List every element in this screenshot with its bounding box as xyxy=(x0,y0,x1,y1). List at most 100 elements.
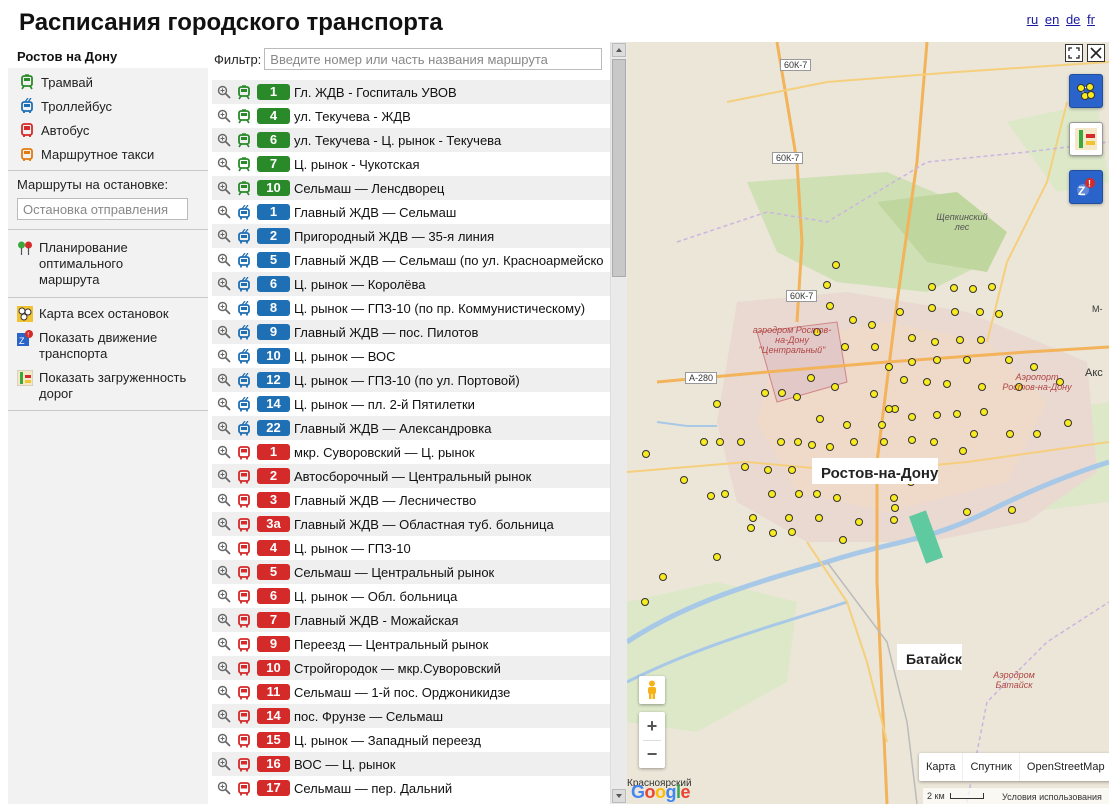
zoom-to-route-icon[interactable] xyxy=(217,253,231,267)
route-row[interactable]: 4 ул. Текучева - ЖДВ xyxy=(212,104,613,128)
zoom-to-route-icon[interactable] xyxy=(217,613,231,627)
zoom-to-route-icon[interactable] xyxy=(217,181,231,195)
lang-de[interactable]: de xyxy=(1066,12,1080,27)
zoom-to-route-icon[interactable] xyxy=(217,349,231,363)
zoom-to-route-icon[interactable] xyxy=(217,85,231,99)
map-type-osm[interactable]: OpenStreetMap xyxy=(1018,753,1109,781)
route-row[interactable]: 5 Главный ЖДВ — Сельмаш (по ул. Красноарм… xyxy=(212,248,613,272)
route-row[interactable]: 10 Сельмаш — Ленсдворец xyxy=(212,176,613,200)
route-row[interactable]: 14 Ц. рынок — пл. 2-й Пятилетки xyxy=(212,392,613,416)
zoom-to-route-icon[interactable] xyxy=(217,733,231,747)
route-row[interactable]: 10 Стройгородок — мкр.Суворовский xyxy=(212,656,613,680)
zoom-to-route-icon[interactable] xyxy=(217,637,231,651)
lang-en[interactable]: en xyxy=(1045,12,1059,27)
zoom-to-route-icon[interactable] xyxy=(217,157,231,171)
zoom-to-route-icon[interactable] xyxy=(217,373,231,387)
route-row[interactable]: 3 Главный ЖДВ — Лесничество xyxy=(212,488,613,512)
zoom-to-route-icon[interactable] xyxy=(217,565,231,579)
scroll-thumb[interactable] xyxy=(612,59,626,277)
stop-input[interactable] xyxy=(17,198,188,220)
route-row[interactable]: 1 мкр. Суворовский — Ц. рынок xyxy=(212,440,613,464)
route-row[interactable]: 8 Ц. рынок — ГПЗ-10 (по пр. Коммунистичес… xyxy=(212,296,613,320)
zoom-to-route-icon[interactable] xyxy=(217,325,231,339)
traffic-button[interactable]: Показать загруженность дорог xyxy=(8,366,208,406)
sidebar-item-trolleybus[interactable]: Троллейбус xyxy=(8,94,208,118)
zoom-to-route-icon[interactable] xyxy=(217,709,231,723)
scroll-up-button[interactable] xyxy=(612,43,626,57)
zoom-to-route-icon[interactable] xyxy=(217,517,231,531)
route-row[interactable]: 2 Пригородный ЖДВ — 35-я линия xyxy=(212,224,613,248)
zoom-to-route-icon[interactable] xyxy=(217,301,231,315)
route-row[interactable]: 6 Ц. рынок — Королёва xyxy=(212,272,613,296)
route-row[interactable]: 3а Главный ЖДВ — Областная туб. больница xyxy=(212,512,613,536)
route-row[interactable]: 12 Ц. рынок — ГПЗ-10 (по ул. Портовой) xyxy=(212,368,613,392)
sidebar-item-bus[interactable]: Автобус xyxy=(8,118,208,142)
route-row[interactable]: 9 Переезд — Центральный рынок xyxy=(212,632,613,656)
lang-ru[interactable]: ru xyxy=(1027,12,1039,27)
zoom-to-route-icon[interactable] xyxy=(217,205,231,219)
street-view-button[interactable] xyxy=(639,676,665,704)
route-row[interactable]: 15 Ц. рынок — Западный переезд xyxy=(212,728,613,752)
zoom-to-route-icon[interactable] xyxy=(217,685,231,699)
route-row[interactable]: 17 Сельмаш — пер. Дальний xyxy=(212,776,613,800)
route-row[interactable]: 1 Главный ЖДВ — Сельмаш xyxy=(212,200,613,224)
map-type-satellite[interactable]: Спутник xyxy=(962,753,1018,781)
stops-layer-button[interactable] xyxy=(1069,74,1103,108)
route-row[interactable]: 1 Гл. ЖДВ - Госпиталь УВОВ xyxy=(212,80,613,104)
zoom-to-route-icon[interactable] xyxy=(217,757,231,771)
zoom-to-route-icon[interactable] xyxy=(217,133,231,147)
zoom-to-route-icon[interactable] xyxy=(217,781,231,795)
sidebar-item-minibus[interactable]: Маршрутное такси xyxy=(8,142,208,166)
sidebar-item-label: Маршрутное такси xyxy=(41,146,155,162)
traffic-icon xyxy=(17,370,33,386)
filter-input[interactable] xyxy=(264,48,603,70)
bus-icon xyxy=(238,445,250,459)
route-row[interactable]: 14 пос. Фрунзе — Сельмаш xyxy=(212,704,613,728)
zoom-to-route-icon[interactable] xyxy=(217,469,231,483)
map[interactable]: 60К-7 60К-7 60К-7 А-280 Щепкинский лес а… xyxy=(627,42,1109,804)
traffic-layer-button[interactable] xyxy=(1069,122,1103,156)
scale-label: 2 км xyxy=(927,791,945,801)
map-type-map[interactable]: Карта xyxy=(919,753,962,781)
lang-fr[interactable]: fr xyxy=(1087,12,1095,27)
city-name[interactable]: Ростов на Дону xyxy=(8,42,208,68)
stops-map-button[interactable]: Карта всех остановок xyxy=(8,302,208,326)
trolleybus-icon xyxy=(238,396,250,411)
bus-icon xyxy=(238,541,250,555)
route-row[interactable]: 4 Ц. рынок — ГПЗ-10 xyxy=(212,536,613,560)
route-row[interactable]: 22 Главный ЖДВ — Александровка xyxy=(212,416,613,440)
zoom-to-route-icon[interactable] xyxy=(217,589,231,603)
route-row[interactable]: 11 Сельмаш — 1-й пос. Орджоникидзе xyxy=(212,680,613,704)
route-row[interactable]: 9 Главный ЖДВ — пос. Пилотов xyxy=(212,320,613,344)
fullscreen-button[interactable] xyxy=(1065,44,1083,62)
vehicle-layer-button[interactable]: Z! xyxy=(1069,170,1103,204)
route-row[interactable]: 6 Ц. рынок — Обл. больница xyxy=(212,584,613,608)
route-row[interactable]: 16 ВОС — Ц. рынок xyxy=(212,752,613,776)
trolleybus-icon xyxy=(238,204,250,219)
close-map-button[interactable] xyxy=(1087,44,1105,62)
zoom-to-route-icon[interactable] xyxy=(217,421,231,435)
vehicle-tracking-button[interactable]: Z! Показать движение транспорта xyxy=(8,326,208,366)
zoom-to-route-icon[interactable] xyxy=(217,229,231,243)
zoom-to-route-icon[interactable] xyxy=(217,541,231,555)
scroll-down-button[interactable] xyxy=(612,789,626,803)
route-planning-button[interactable]: Планирование оптимального маршрута xyxy=(8,234,208,292)
zoom-to-route-icon[interactable] xyxy=(217,661,231,675)
sidebar-item-tram[interactable]: Трамвай xyxy=(8,70,208,94)
zoom-to-route-icon[interactable] xyxy=(217,493,231,507)
route-row[interactable]: 6 ул. Текучева - Ц. рынок - Текучева xyxy=(212,128,613,152)
route-row[interactable]: 2 Автосборочный — Центральный рынок xyxy=(212,464,613,488)
zoom-to-route-icon[interactable] xyxy=(217,397,231,411)
zoom-out-button[interactable]: − xyxy=(639,741,665,768)
terms-link[interactable]: Условия использования xyxy=(1002,792,1102,802)
route-row[interactable]: 7 Главный ЖДВ - Можайская xyxy=(212,608,613,632)
zoom-to-route-icon[interactable] xyxy=(217,277,231,291)
route-list-scrollbar[interactable] xyxy=(610,42,627,804)
route-row[interactable]: 7 Ц. рынок - Чукотская xyxy=(212,152,613,176)
route-row[interactable]: 5 Сельмаш — Центральный рынок xyxy=(212,560,613,584)
route-number-badge: 1 xyxy=(257,204,290,220)
zoom-to-route-icon[interactable] xyxy=(217,109,231,123)
zoom-in-button[interactable]: + xyxy=(639,712,665,740)
route-row[interactable]: 10 Ц. рынок — ВОС xyxy=(212,344,613,368)
zoom-to-route-icon[interactable] xyxy=(217,445,231,459)
